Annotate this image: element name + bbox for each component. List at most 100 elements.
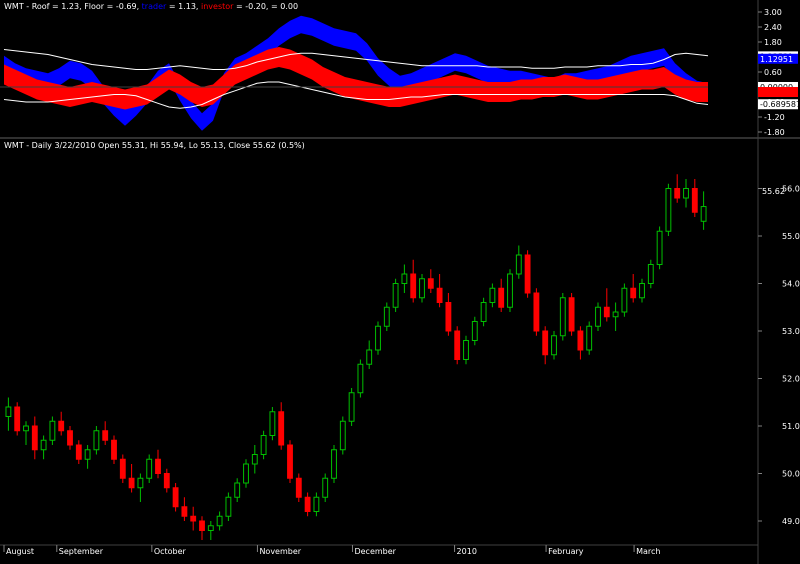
chart-stage: 3.002.401.801.200.600.00-0.60-1.20-1.80 … bbox=[0, 0, 800, 564]
candle-body[interactable] bbox=[665, 188, 672, 232]
x-tick-label: February bbox=[548, 547, 584, 556]
candle-body[interactable] bbox=[621, 287, 628, 313]
candle-body[interactable] bbox=[190, 515, 197, 522]
candle-body[interactable] bbox=[392, 283, 399, 308]
candle-body[interactable] bbox=[507, 273, 513, 308]
candle-body[interactable] bbox=[14, 406, 21, 432]
candle-body[interactable] bbox=[128, 477, 135, 489]
indicator-value-tag: -0.689587 bbox=[760, 100, 800, 109]
candle-body[interactable] bbox=[23, 425, 29, 432]
indicator-value-tag: -0.20000 bbox=[760, 88, 796, 97]
candle-body[interactable] bbox=[357, 363, 364, 394]
x-tick-label: September bbox=[59, 547, 104, 556]
candle-body[interactable] bbox=[181, 506, 188, 517]
candle-body[interactable] bbox=[401, 273, 408, 284]
indicator-y-tick-label: 1.80 bbox=[764, 38, 782, 47]
candle-body[interactable] bbox=[366, 349, 373, 365]
candle-body[interactable] bbox=[595, 306, 601, 327]
candle-body[interactable] bbox=[577, 330, 584, 351]
candle-body[interactable] bbox=[269, 411, 276, 436]
indicator-value-tag: 1.12951 bbox=[760, 55, 793, 64]
candle-body[interactable] bbox=[586, 325, 593, 351]
candle-body[interactable] bbox=[339, 420, 346, 451]
candle-body[interactable] bbox=[251, 454, 258, 465]
candle-body[interactable] bbox=[498, 287, 505, 308]
candle-body[interactable] bbox=[454, 330, 461, 360]
candle-body[interactable] bbox=[75, 444, 82, 460]
indicator-investor-value: = -0.20, bbox=[235, 2, 269, 11]
candle-body[interactable] bbox=[225, 496, 232, 517]
candle-body[interactable] bbox=[207, 525, 214, 531]
candle-body[interactable] bbox=[630, 287, 637, 299]
candle-body[interactable] bbox=[172, 487, 179, 508]
candle-body[interactable] bbox=[119, 458, 126, 479]
candle-body[interactable] bbox=[93, 430, 100, 451]
candle-body[interactable] bbox=[234, 482, 241, 498]
indicator-investor-label: investor bbox=[201, 2, 234, 11]
candle-body[interactable] bbox=[674, 188, 681, 199]
candle-body[interactable] bbox=[102, 430, 109, 441]
candle-body[interactable] bbox=[155, 458, 161, 474]
candle-body[interactable] bbox=[322, 477, 329, 498]
candle-body[interactable] bbox=[410, 273, 417, 299]
candle-body[interactable] bbox=[163, 473, 170, 489]
candle-body[interactable] bbox=[313, 496, 320, 512]
candle-body[interactable] bbox=[304, 496, 311, 512]
x-tick-label: November bbox=[259, 547, 301, 556]
price-y-tick-label: 50.0 bbox=[782, 470, 800, 479]
candle-body[interactable] bbox=[551, 335, 557, 356]
candle-body[interactable] bbox=[31, 425, 38, 451]
candle-body[interactable] bbox=[199, 520, 205, 531]
candle-body[interactable] bbox=[295, 477, 302, 498]
candle-body[interactable] bbox=[691, 188, 698, 213]
candle-body[interactable] bbox=[542, 330, 549, 356]
candle-body[interactable] bbox=[375, 325, 381, 351]
candle-body[interactable] bbox=[84, 449, 91, 460]
candle-body[interactable] bbox=[287, 444, 293, 479]
candle-body[interactable] bbox=[639, 283, 645, 299]
price-y-tick-label: 52.0 bbox=[782, 375, 800, 384]
candle-body[interactable] bbox=[67, 430, 73, 446]
candle-body[interactable] bbox=[445, 302, 452, 332]
candle-body[interactable] bbox=[137, 477, 144, 489]
candle-body[interactable] bbox=[480, 302, 487, 322]
candle-body[interactable] bbox=[243, 463, 249, 484]
candle-body[interactable] bbox=[111, 439, 117, 460]
candle-body[interactable] bbox=[383, 306, 390, 327]
candle-body[interactable] bbox=[515, 254, 522, 275]
candle-body[interactable] bbox=[700, 206, 707, 222]
indicator-y-tick-label: 2.40 bbox=[764, 23, 782, 32]
candle-body[interactable] bbox=[656, 230, 663, 265]
candle-body[interactable] bbox=[331, 449, 337, 479]
x-tick-label: March bbox=[636, 547, 660, 556]
candle-body[interactable] bbox=[471, 321, 478, 341]
candle-body[interactable] bbox=[260, 435, 267, 455]
candle-body[interactable] bbox=[419, 278, 425, 299]
candle-body[interactable] bbox=[559, 297, 566, 337]
candle-body[interactable] bbox=[348, 392, 355, 422]
indicator-roof: Roof = 1.23, bbox=[31, 2, 82, 11]
candle-body[interactable] bbox=[436, 287, 443, 303]
candle-body[interactable] bbox=[612, 311, 619, 318]
candle-body[interactable] bbox=[568, 297, 575, 332]
candle-body[interactable] bbox=[463, 340, 469, 360]
candle-body[interactable] bbox=[40, 439, 47, 451]
candle-body[interactable] bbox=[524, 254, 531, 294]
x-tick-label: August bbox=[6, 547, 34, 556]
candle-body[interactable] bbox=[647, 264, 654, 284]
candle-body[interactable] bbox=[278, 411, 285, 446]
indicator-y-tick-label: -1.80 bbox=[764, 128, 785, 137]
candle-body[interactable] bbox=[533, 292, 540, 332]
candle-body[interactable] bbox=[5, 406, 12, 417]
candle-body[interactable] bbox=[58, 420, 65, 432]
indicator-symbol: WMT bbox=[4, 2, 24, 11]
candle-body[interactable] bbox=[683, 188, 689, 199]
candle-body[interactable] bbox=[49, 420, 56, 441]
candle-body[interactable] bbox=[603, 306, 610, 318]
candle-body[interactable] bbox=[427, 278, 434, 289]
indicator-y-tick-label: -1.20 bbox=[764, 113, 785, 122]
candle-body[interactable] bbox=[489, 287, 496, 303]
candle-body[interactable] bbox=[146, 458, 153, 479]
candle-body[interactable] bbox=[216, 515, 223, 527]
indicator-y-tick-label: 0.60 bbox=[764, 68, 782, 77]
